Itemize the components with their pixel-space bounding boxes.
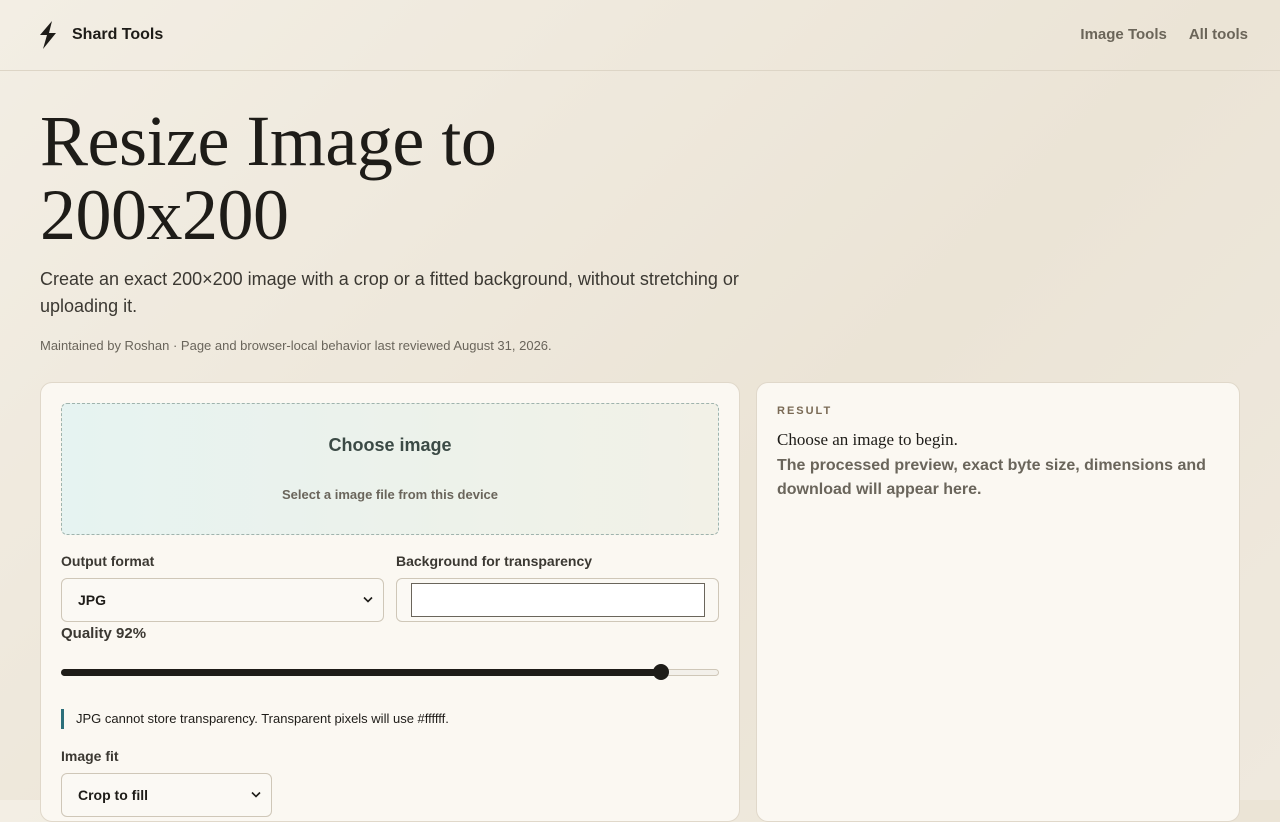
chevron-down-icon	[363, 596, 373, 603]
quality-slider[interactable]	[61, 663, 719, 681]
result-panel: RESULT Choose an image to begin. The pro…	[756, 382, 1240, 822]
brand-name: Shard Tools	[72, 26, 164, 43]
result-message: Choose an image to begin.	[777, 430, 958, 449]
dropzone-title: Choose image	[328, 435, 452, 455]
file-dropzone[interactable]: Choose image Select a image file from th…	[61, 403, 719, 535]
page-subtitle: Create an exact 200×200 image with a cro…	[40, 269, 739, 316]
hero: Resize Image to 200x200 Create an exact …	[40, 104, 800, 353]
output-format-label: Output format	[61, 553, 155, 569]
nav-link-image-tools[interactable]: Image Tools	[1080, 26, 1166, 43]
background-label: Background for transparency	[396, 553, 593, 569]
nav-link-all-tools[interactable]: All tools	[1189, 26, 1248, 43]
quality-slider-fill	[61, 669, 661, 676]
output-format-value: JPG	[78, 592, 107, 608]
brand-link[interactable]: Shard Tools	[36, 20, 163, 50]
result-label: RESULT	[777, 405, 833, 417]
settings-panel: Choose image Select a image file from th…	[40, 382, 740, 822]
dropzone-subtitle: Select a image file from this device	[281, 487, 499, 502]
maintainer-meta: Maintained by Roshan · Page and browser-…	[40, 338, 552, 353]
lightning-bolt-icon	[40, 21, 56, 49]
quality-slider-thumb[interactable]	[652, 664, 669, 680]
background-color-swatch	[411, 583, 705, 617]
output-format-select[interactable]: JPG	[61, 578, 384, 622]
top-nav: Image Tools All tools	[1080, 26, 1248, 43]
transparency-note: JPG cannot store transparency. Transpare…	[61, 709, 449, 729]
chevron-down-icon	[251, 791, 261, 798]
background-color-input[interactable]	[396, 578, 719, 622]
quality-label: Quality 92%	[61, 625, 147, 642]
image-fit-label: Image fit	[61, 748, 119, 764]
page-title: Resize Image to 200x200	[40, 101, 497, 255]
result-description: The processed preview, exact byte size, …	[777, 457, 1206, 498]
image-fit-select[interactable]: Crop to fill	[61, 773, 272, 817]
top-bar: Shard Tools Image Tools All tools	[0, 0, 1280, 71]
image-fit-value: Crop to fill	[78, 787, 148, 803]
